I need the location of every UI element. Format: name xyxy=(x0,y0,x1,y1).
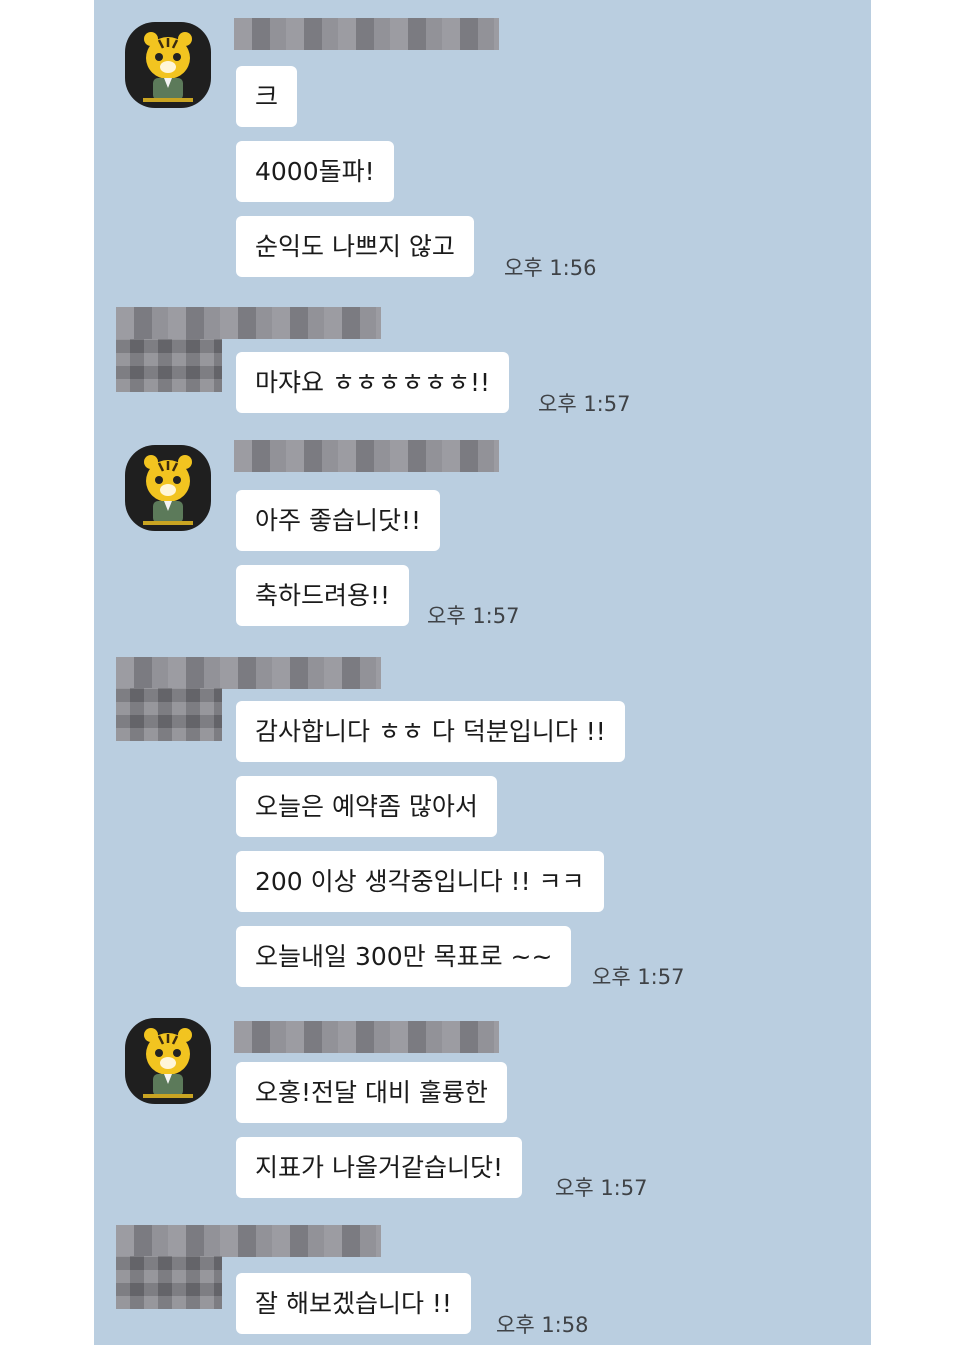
sender-name-blurred xyxy=(116,657,381,689)
message-timestamp: 오후 1:57 xyxy=(538,392,631,416)
message-bubble[interactable]: 아주 좋습니닷!! xyxy=(236,490,440,551)
message-timestamp: 오후 1:58 xyxy=(496,1313,589,1337)
blurred-avatar[interactable] xyxy=(116,688,222,741)
tiger-icon xyxy=(143,32,193,102)
message-bubble[interactable]: 오홍!전달 대비 훌륭한 xyxy=(236,1062,507,1123)
message-bubble[interactable]: 축하드려용!! xyxy=(236,565,410,626)
message-bubble[interactable]: 감사합니다 ㅎㅎ 다 덕분입니다 !! xyxy=(236,701,625,762)
message-bubble[interactable]: 오늘내일 300만 목표로 ~~ xyxy=(236,926,572,987)
sender-name-blurred xyxy=(116,1225,381,1257)
sender-name-blurred xyxy=(234,18,499,50)
message-timestamp: 오후 1:56 xyxy=(504,256,597,280)
message-bubble[interactable]: 마쟈요 ㅎㅎㅎㅎㅎㅎ!! xyxy=(236,352,509,413)
tiger-avatar[interactable] xyxy=(125,1018,211,1104)
chat-area: 크 4000돌파! 순익도 나쁘지 않고 오후 1:56 마쟈요 ㅎㅎㅎㅎㅎㅎ!… xyxy=(94,0,871,1345)
tiger-avatar[interactable] xyxy=(125,22,211,108)
message-bubble[interactable]: 잘 해보겠습니다 !! xyxy=(236,1273,471,1334)
message-bubble[interactable]: 4000돌파! xyxy=(236,141,394,202)
sender-name-blurred xyxy=(234,1021,499,1053)
blurred-avatar[interactable] xyxy=(116,339,222,392)
message-bubble[interactable]: 크 xyxy=(236,66,298,127)
tiger-avatar[interactable] xyxy=(125,445,211,531)
message-timestamp: 오후 1:57 xyxy=(427,604,520,628)
message-bubble[interactable]: 200 이상 생각중입니다 !! ㅋㅋ xyxy=(236,851,604,912)
sender-name-blurred xyxy=(234,440,499,472)
message-bubble[interactable]: 오늘은 예약좀 많아서 xyxy=(236,776,497,837)
message-timestamp: 오후 1:57 xyxy=(555,1176,648,1200)
blurred-avatar[interactable] xyxy=(116,1256,222,1309)
tiger-icon xyxy=(143,1028,193,1098)
message-timestamp: 오후 1:57 xyxy=(592,965,685,989)
message-bubble[interactable]: 순익도 나쁘지 않고 xyxy=(236,216,474,277)
tiger-icon xyxy=(143,455,193,525)
sender-name-blurred xyxy=(116,307,381,339)
message-bubble[interactable]: 지표가 나올거같습니닷! xyxy=(236,1137,522,1198)
